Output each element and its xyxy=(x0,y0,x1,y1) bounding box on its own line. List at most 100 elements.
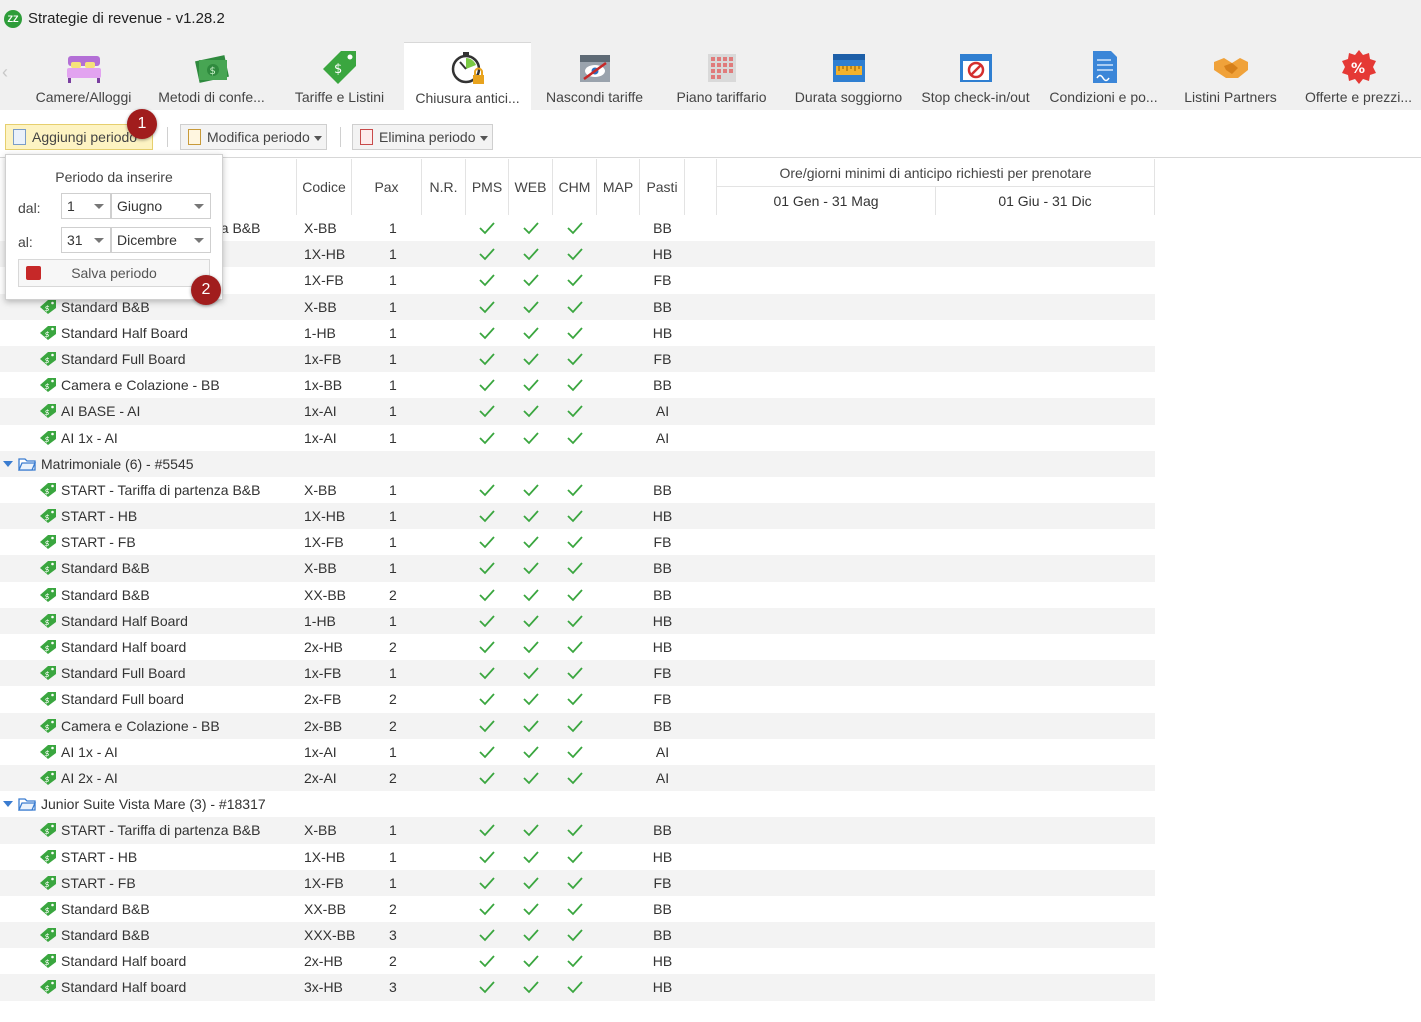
checkmark-chm-icon xyxy=(566,743,584,761)
rate-row[interactable]: $ Standard Half Board 1-HB 1 HB xyxy=(0,607,1155,634)
rate-row[interactable]: $ Standard Half board 3x-HB 3 HB xyxy=(0,974,1155,1001)
tab-label: Durata soggiorno xyxy=(794,89,903,105)
to-label: al: xyxy=(18,234,33,250)
column-header-pax[interactable]: Pax xyxy=(352,159,422,215)
rate-name: START - HB xyxy=(61,848,138,865)
tab-durata-soggiorno[interactable]: Durata soggiorno xyxy=(785,42,912,110)
expand-triangle-icon[interactable] xyxy=(3,801,13,808)
rate-row[interactable]: $ Standard Half Board 1-HB 1 HB xyxy=(0,320,1155,346)
edit-period-button[interactable]: Modifica periodo xyxy=(180,124,327,150)
rate-row[interactable]: $ START - HB 1X-HB 1 HB xyxy=(0,503,1155,530)
period-group-title: Ore/giorni minimi di anticipo richiesti … xyxy=(717,159,1154,187)
rate-code: 3x-HB xyxy=(304,979,343,996)
to-day-select[interactable]: 31 xyxy=(61,227,111,253)
rate-row[interactable]: $ START - Tariffa di partenza B&B X-BB 1 BB xyxy=(0,477,1155,503)
tab-offerte-e-prezzi[interactable]: % Offerte e prezzi... xyxy=(1295,42,1421,110)
rate-code: X-BB xyxy=(304,220,337,236)
delete-period-button[interactable]: Elimina periodo xyxy=(352,124,493,150)
rate-row[interactable]: $ Standard Full board 2x-FB 2 FB xyxy=(0,686,1155,712)
scroll-left-icon[interactable]: ‹ xyxy=(2,62,16,82)
tab-nascondi-tariffe[interactable]: Nascondi tariffe xyxy=(531,42,658,110)
rates-grid-body: $START - Tariffa di partenza B&BX-BB1BB$… xyxy=(0,215,1155,1001)
rate-row[interactable]: $ Standard Full Board 1x-FB 1 FB xyxy=(0,660,1155,687)
rate-row[interactable]: $ START - HB 1X-HB 1 HB xyxy=(0,844,1155,870)
rate-name: Standard Half Board xyxy=(61,324,188,341)
from-day-select[interactable]: 1 xyxy=(61,193,111,219)
rate-row[interactable]: $ Standard B&B X-BB 1 BB xyxy=(0,555,1155,582)
column-header-map[interactable]: MAP xyxy=(597,159,640,215)
checkmark-chm-icon xyxy=(566,402,584,420)
column-header-pms[interactable]: PMS xyxy=(466,159,509,215)
checkmark-pms-icon xyxy=(478,926,496,944)
tab-condizioni-e-po[interactable]: Condizioni e po... xyxy=(1040,42,1167,110)
svg-text:$: $ xyxy=(45,775,50,784)
column-header-nr[interactable]: N.R. xyxy=(422,159,466,215)
title-bar: ZZ Strategie di revenue - v1.28.2 xyxy=(0,0,1421,38)
rate-name: AI 2x - AI xyxy=(61,769,118,786)
tab-piano-tariffario[interactable]: Piano tariffario xyxy=(658,42,785,110)
rate-row[interactable]: $ Camera e Colazione - BB 2x-BB 2 BB xyxy=(0,712,1155,739)
tab-chiusura-antici[interactable]: Chiusura antici... xyxy=(404,42,531,110)
from-month-select[interactable]: Giugno xyxy=(111,193,211,219)
rate-row[interactable]: $ Camera e Colazione - BB 1x-BB 1 BB xyxy=(0,372,1155,398)
rate-name: Standard Half board xyxy=(61,953,187,970)
price-tag-icon: $ xyxy=(40,561,56,576)
column-header-period-1[interactable]: 01 Gen - 31 Mag xyxy=(717,187,936,215)
rate-row[interactable]: $ Standard B&B XX-BB 2 BB xyxy=(0,582,1155,608)
tab-tariffe-e-listini[interactable]: $ Tariffe e Listini xyxy=(276,42,403,110)
rate-row[interactable]: $ Standard Full Board 1x-FB 1 FB xyxy=(0,345,1155,373)
rate-row[interactable]: $ START - FB 1X-FB 1 FB xyxy=(0,529,1155,555)
rate-row[interactable]: $ Standard Half board 2x-HB 2 HB xyxy=(0,634,1155,660)
column-header-web[interactable]: WEB xyxy=(509,159,553,215)
to-month-select[interactable]: Dicembre xyxy=(111,227,211,253)
rate-row[interactable]: $ AI 1x - AI 1x-AI 1 AI xyxy=(0,425,1155,451)
rate-row[interactable]: $ START - FB 1X-FB 1 FB xyxy=(0,869,1155,896)
column-header-chm[interactable]: CHM xyxy=(553,159,597,215)
room-group-row[interactable]: Matrimoniale (6) - #5545 xyxy=(0,450,1155,477)
column-header-pasti[interactable]: Pasti xyxy=(640,159,685,215)
popup-title: Periodo da inserire xyxy=(55,169,173,185)
step-marker-2: 2 xyxy=(191,275,221,305)
checkmark-chm-icon xyxy=(566,612,584,630)
checkmark-chm-icon xyxy=(566,900,584,918)
checkmark-web-icon xyxy=(522,533,540,551)
rate-code: 1X-FB xyxy=(304,874,344,891)
rate-meal-plan: AI xyxy=(655,429,670,446)
expand-triangle-icon[interactable] xyxy=(3,460,13,467)
rate-code: 1x-AI xyxy=(304,403,337,420)
rate-pax: 1 xyxy=(389,350,397,367)
svg-text:$: $ xyxy=(45,984,50,993)
rate-pax: 1 xyxy=(389,377,397,394)
tab-stop-check-in-out[interactable]: Stop check-in/out xyxy=(912,42,1039,110)
svg-text:$: $ xyxy=(45,408,50,417)
tab-label: Chiusura antici... xyxy=(415,90,520,106)
rate-row[interactable]: $ Standard B&B XX-BB 2 BB xyxy=(0,896,1155,922)
tab-label: Tariffe e Listini xyxy=(294,89,385,105)
rate-meal-plan: HB xyxy=(652,979,673,996)
rate-code: 2x-FB xyxy=(304,691,342,708)
checkmark-chm-icon xyxy=(566,481,584,499)
rate-row[interactable]: $ Standard B&B XXX-BB 3 BB xyxy=(0,922,1155,949)
chevron-down-icon xyxy=(194,238,204,243)
rate-row[interactable]: $ AI 1x - AI 1x-AI 1 AI xyxy=(0,739,1155,765)
checkmark-pms-icon xyxy=(478,717,496,735)
column-header-period-2[interactable]: 01 Giu - 31 Dic xyxy=(936,187,1154,215)
rate-row[interactable]: $ START - Tariffa di partenza B&B X-BB 1 BB xyxy=(0,817,1155,844)
window-title: Strategie di revenue - v1.28.2 xyxy=(28,10,225,27)
column-header-codice[interactable]: Codice xyxy=(297,159,352,215)
save-period-button[interactable]: Salva periodo xyxy=(18,259,210,287)
from-month-value: Giugno xyxy=(117,198,163,214)
rate-pax: 1 xyxy=(389,612,397,629)
svg-text:$: $ xyxy=(45,618,50,627)
rate-row[interactable]: $ Standard Half board 2x-HB 2 HB xyxy=(0,948,1155,974)
price-tag-icon: $ xyxy=(40,378,56,393)
checkmark-pms-icon xyxy=(478,245,496,263)
tab-metodi-di-confe[interactable]: $ Metodi di confe... xyxy=(148,42,275,110)
rate-row[interactable]: $ AI BASE - AI 1x-AI 1 AI xyxy=(0,398,1155,425)
tab-camere-alloggi[interactable]: Camere/Alloggi xyxy=(20,42,147,110)
tab-listini-partners[interactable]: Listini Partners xyxy=(1167,42,1294,110)
svg-text:$: $ xyxy=(45,854,50,863)
rate-row[interactable]: $ AI 2x - AI 2x-AI 2 AI xyxy=(0,764,1155,792)
room-group-row[interactable]: Junior Suite Vista Mare (3) - #18317 xyxy=(0,791,1155,817)
checkmark-web-icon xyxy=(522,926,540,944)
